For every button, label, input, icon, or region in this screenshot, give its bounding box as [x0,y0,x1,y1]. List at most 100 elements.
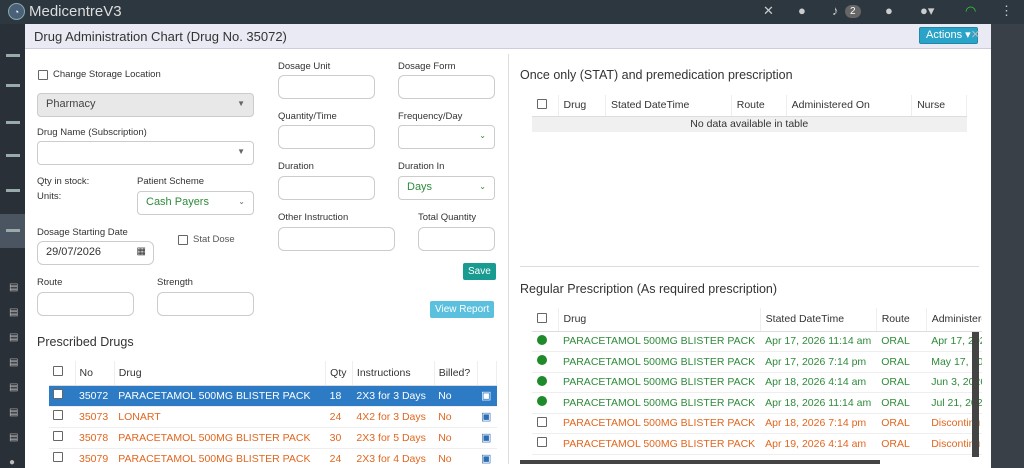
print-icon[interactable]: ▣ [481,390,491,402]
sidebar-item[interactable] [6,54,20,57]
save-button[interactable]: Save [463,263,496,280]
table-row[interactable]: 35079 PARACETAMOL 500MG BLISTER PACK 24 … [49,448,497,468]
col-header[interactable]: Nurse [911,95,967,117]
chat-icon[interactable]: ● [885,3,893,18]
close-icon[interactable]: × [971,26,980,43]
select-all-header[interactable] [49,361,76,386]
table-row[interactable]: 35073 LONART 24 4X2 for 3 Days No ▣ [49,406,497,428]
change-storage-checkbox[interactable] [38,70,48,80]
clipboard-icon[interactable]: ▤ [9,382,18,393]
modal-title: Drug Administration Chart (Drug No. 3507… [34,29,287,44]
col-header[interactable]: Drug [558,95,606,117]
col-header[interactable]: Administered On [786,95,913,117]
patient-scheme-select[interactable]: Cash Payers ⌄ [137,191,254,215]
col-header[interactable]: No [75,361,115,386]
clipboard-icon[interactable]: ▤ [9,407,18,418]
col-header[interactable]: Instructions [352,361,435,386]
clipboard-icon[interactable]: ▤ [9,332,18,343]
print-icon[interactable]: ▣ [481,432,491,444]
cell-drug: LONART [114,406,326,428]
table-row[interactable]: PARACETAMOL 500MG BLISTER PACK Apr 17, 20… [532,351,982,373]
qty-time-input[interactable] [278,125,375,149]
sidebar-item[interactable] [6,121,20,124]
sidebar-item[interactable] [6,154,20,157]
sidebar-item[interactable] [6,229,20,232]
background-page [991,24,1024,468]
col-header[interactable]: Qty [325,361,353,386]
horizontal-scrollbar[interactable] [520,460,880,464]
col-header-action [477,361,498,386]
col-header[interactable]: Administere [926,308,982,332]
col-header[interactable]: Billed? [434,361,478,386]
view-report-button[interactable]: View Report [430,301,495,318]
status-dot [537,355,547,366]
col-header[interactable]: Drug [558,308,761,332]
strength-input[interactable] [157,292,254,316]
logo-icon: ◔ [8,3,25,20]
select-all-checkbox[interactable] [537,98,547,109]
row-checkbox[interactable] [53,389,63,399]
table-row[interactable]: 35078 PARACETAMOL 500MG BLISTER PACK 30 … [49,427,497,449]
table-row[interactable]: 35072 PARACETAMOL 500MG BLISTER PACK 18 … [49,385,497,407]
sidebar-item[interactable] [6,84,20,87]
route-input[interactable] [37,292,134,316]
col-header[interactable]: Stated DateTime [760,308,877,332]
select-all-checkbox[interactable] [537,312,547,323]
mute-icon[interactable]: ✕ [763,3,774,19]
storage-value: Pharmacy [46,98,96,110]
table-row[interactable]: PARACETAMOL 500MG BLISTER PACK Apr 18, 20… [532,392,982,414]
col-header[interactable]: Stated DateTime [605,95,732,117]
patient-scheme-label: Patient Scheme [137,176,205,187]
actions-button[interactable]: Actions ▾ [919,27,978,44]
clipboard-icon[interactable]: ▤ [9,432,18,443]
calendar-icon[interactable]: ▦ [137,246,146,257]
print-icon[interactable]: ▣ [481,453,491,465]
total-quantity-input[interactable] [418,227,495,251]
clipboard-icon[interactable]: ▤ [9,282,18,293]
row-checkbox[interactable] [53,410,63,420]
other-instruction-input[interactable] [278,227,395,251]
app-logo[interactable]: ◔ MedicentreV3 [8,3,122,20]
vertical-scrollbar[interactable] [972,332,979,457]
col-header[interactable]: Route [876,308,927,332]
table-row[interactable]: PARACETAMOL 500MG BLISTER PACK Apr 17, 20… [532,331,982,352]
total-quantity-label: Total Quantity [418,212,477,223]
row-checkbox[interactable] [537,437,547,448]
users-icon[interactable]: ● [9,457,15,468]
table-row[interactable]: PARACETAMOL 500MG BLISTER PACK Apr 18, 20… [532,372,982,393]
user-menu-icon[interactable]: ●▾ [920,3,934,19]
drug-name-select[interactable]: ▼ [37,141,254,165]
select-all-header[interactable] [532,95,559,117]
clipboard-icon[interactable]: ▤ [9,307,18,318]
storage-select[interactable]: Pharmacy ▼ [37,93,254,117]
regular-table-wrapper[interactable]: Drug Stated DateTime Route Administere P… [532,308,982,460]
print-icon[interactable]: ▣ [481,411,491,423]
user-support-icon[interactable]: ● [798,3,806,18]
table-row[interactable]: PARACETAMOL 500MG BLISTER PACK Apr 19, 20… [532,433,982,455]
row-checkbox[interactable] [53,452,63,462]
duration-in-select[interactable]: Days ⌄ [398,176,495,200]
status-dot [537,396,547,407]
bell-icon[interactable]: ♪ [832,3,839,18]
sidebar-item[interactable] [6,189,20,192]
col-header[interactable]: Drug [114,361,327,386]
select-all-header[interactable] [532,308,559,332]
more-icon[interactable]: ⋮ [1000,3,1013,19]
dosage-unit-input[interactable] [278,75,375,99]
dosage-start-date-input[interactable]: 29/07/2026 ▦ [37,241,154,265]
dosage-form-input[interactable] [398,75,495,99]
select-all-checkbox[interactable] [53,366,63,377]
row-checkbox[interactable] [53,431,63,441]
cell-drug: PARACETAMOL 500MG BLISTER PACK [114,448,326,468]
row-checkbox[interactable] [537,416,547,427]
route-label: Route [37,277,63,288]
frequency-select[interactable]: ⌄ [398,125,495,149]
cell-datetime: Apr 18, 2026 7:14 pm [760,413,877,434]
col-header[interactable]: Route [731,95,787,117]
table-row[interactable]: PARACETAMOL 500MG BLISTER PACK Apr 18, 20… [532,413,982,434]
stat-dose-checkbox[interactable] [178,235,188,245]
duration-input[interactable] [278,176,375,200]
frequency-label: Frequency/Day [398,111,463,122]
sidebar: ▤ ▤ ▤ ▤ ▤ ▤ ▤ ● [0,24,25,468]
clipboard-icon[interactable]: ▤ [9,357,18,368]
